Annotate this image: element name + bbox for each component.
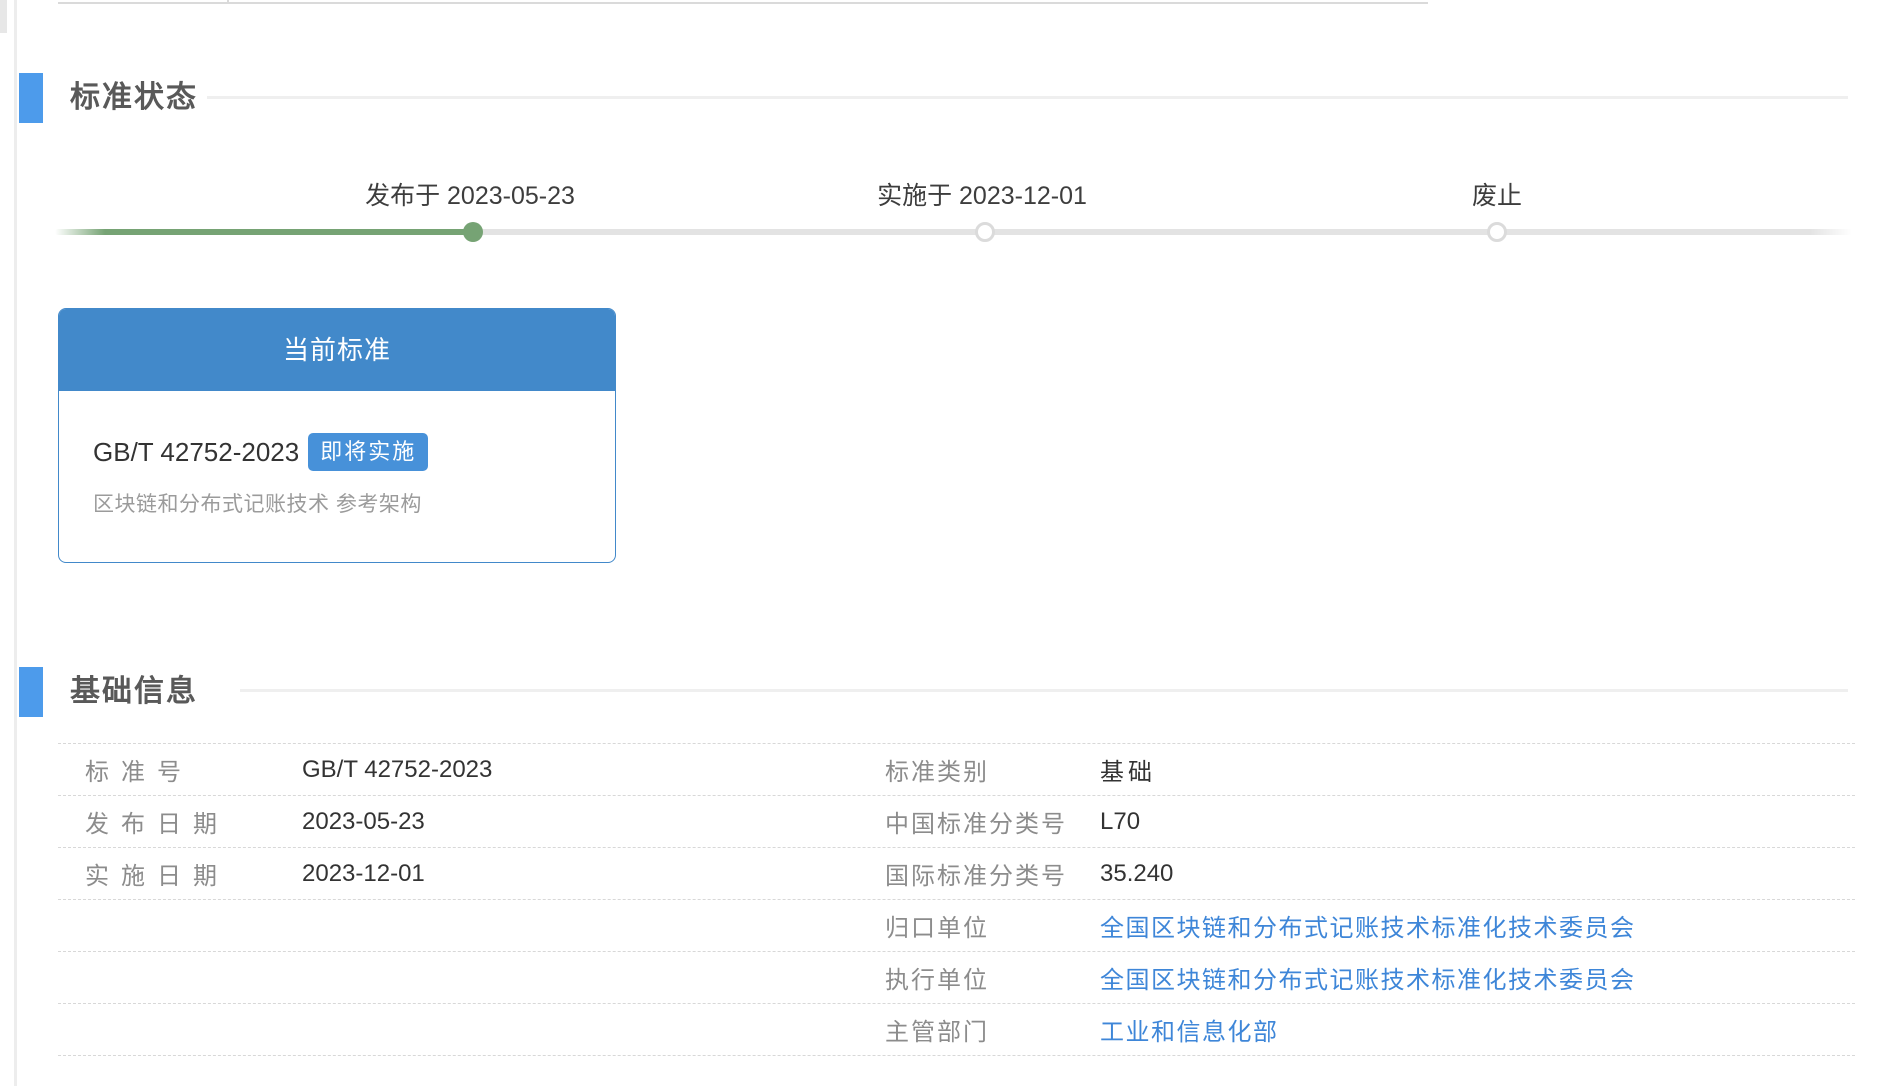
standard-code-row: GB/T 42752-2023 即将实施 — [93, 433, 615, 471]
section-title-status: 标准状态 — [70, 81, 198, 114]
table-column-divider — [227, 0, 229, 4]
info-value-publish-date: 2023-05-23 — [302, 807, 425, 835]
info-label: 主管部门 — [885, 1020, 989, 1046]
section-marker — [19, 667, 43, 717]
timeline-dot-published — [463, 222, 483, 242]
section-divider — [207, 96, 1848, 99]
content-left-border — [14, 0, 17, 1086]
timeline-dot-implemented — [975, 222, 995, 242]
table-bottom-border — [58, 2, 1428, 4]
info-value-ccs-code: L70 — [1100, 807, 1141, 835]
standard-name: 区块链和分布式记账技术 参考架构 — [93, 493, 422, 516]
info-value-ics-code: 35.240 — [1100, 859, 1174, 887]
info-label: 执行单位 — [885, 968, 989, 994]
info-label: 标准号 — [85, 760, 193, 786]
info-value-implement-date: 2023-12-01 — [302, 859, 425, 887]
card-body: GB/T 42752-2023 即将实施 区块链和分布式记账技术 参考架构 — [59, 391, 615, 518]
table-row: 主管部门 工业和信息化部 — [58, 1003, 1855, 1055]
table-row: 执行单位 全国区块链和分布式记账技术标准化技术委员会 — [58, 951, 1855, 1003]
timeline-dot-abolished — [1487, 222, 1507, 242]
info-value-category: 基础 — [1100, 760, 1156, 786]
scrollbar-fragment — [0, 0, 7, 33]
section-marker — [19, 73, 43, 123]
info-label: 发布日期 — [85, 812, 229, 838]
timeline-label-abolished: 废止 — [1471, 182, 1523, 210]
status-badge: 即将实施 — [308, 433, 429, 471]
table-row: 标准号 GB/T 42752-2023 标准类别 基础 — [58, 743, 1855, 795]
info-label: 实施日期 — [85, 864, 229, 890]
info-label: 国际标准分类号 — [885, 864, 1067, 890]
timeline-label-published: 发布于 2023-05-23 — [365, 182, 575, 210]
centralized-unit-link[interactable]: 全国区块链和分布式记账技术标准化技术委员会 — [1100, 908, 1855, 943]
card-header: 当前标准 — [59, 309, 615, 391]
section-title-basic-info: 基础信息 — [70, 675, 198, 708]
standard-detail-page: 标准状态 发布于 2023-05-23 实施于 2023-12-01 废止 当前… — [0, 0, 1884, 1086]
competent-department-link[interactable]: 工业和信息化部 — [1100, 1012, 1855, 1047]
current-standard-card: 当前标准 GB/T 42752-2023 即将实施 区块链和分布式记账技术 参考… — [58, 308, 616, 563]
info-label: 标准类别 — [885, 760, 989, 786]
table-row: 归口单位 全国区块链和分布式记账技术标准化技术委员会 — [58, 899, 1855, 951]
info-label: 中国标准分类号 — [885, 812, 1067, 838]
table-row: 实施日期 2023-12-01 国际标准分类号 35.240 — [58, 847, 1855, 899]
timeline-label-implemented: 实施于 2023-12-01 — [877, 182, 1087, 210]
standard-code: GB/T 42752-2023 — [93, 436, 300, 467]
table-row: 发布日期 2023-05-23 中国标准分类号 L70 — [58, 795, 1855, 847]
executing-unit-link[interactable]: 全国区块链和分布式记账技术标准化技术委员会 — [1100, 960, 1855, 995]
info-value-standard-code: GB/T 42752-2023 — [302, 755, 493, 783]
timeline-progress — [55, 229, 473, 235]
section-divider — [240, 689, 1848, 692]
basic-info-table: 标准号 GB/T 42752-2023 标准类别 基础 发布日期 2023-05… — [58, 743, 1855, 1056]
info-label: 归口单位 — [885, 916, 989, 942]
